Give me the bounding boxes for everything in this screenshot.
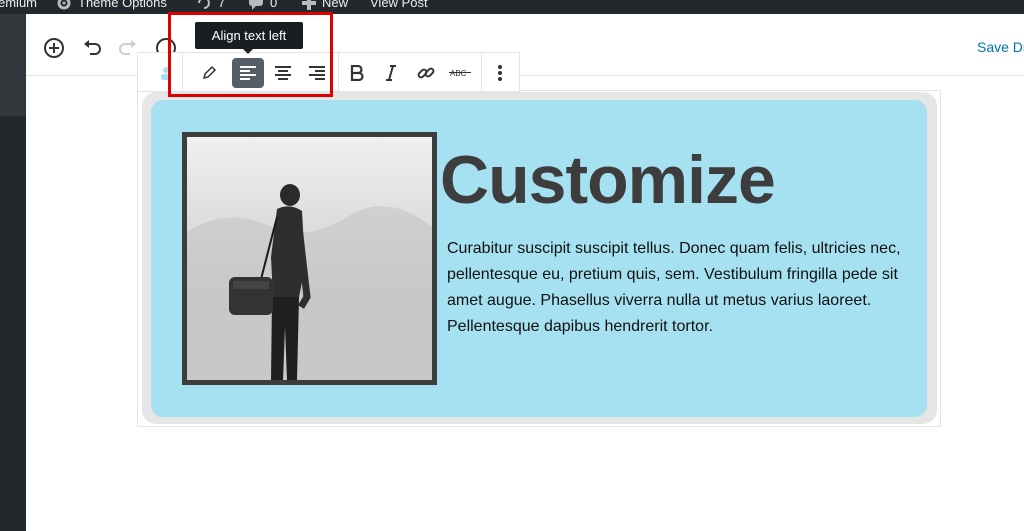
link-button[interactable] xyxy=(410,58,442,88)
paragraph-line: amet augue. Phasellus viverra nulla ut m… xyxy=(447,292,872,309)
redo-icon xyxy=(119,40,136,55)
italic-button[interactable] xyxy=(375,58,407,88)
updates-count: 7 xyxy=(218,0,226,10)
annotation-highlight-box xyxy=(168,12,333,97)
more-vertical-icon xyxy=(498,65,502,81)
more-options-button[interactable] xyxy=(484,58,516,88)
block-heading[interactable]: Customize xyxy=(440,140,776,220)
add-block-button[interactable] xyxy=(42,36,66,60)
italic-icon xyxy=(386,65,396,81)
premium-label: emium xyxy=(0,0,38,10)
undo-button[interactable] xyxy=(80,36,104,60)
admin-bar-view-post[interactable]: View Post xyxy=(370,0,428,11)
paragraph-line: Curabitur suscipit suscipit tellus. Done… xyxy=(447,240,901,257)
admin-bar-new[interactable]: New xyxy=(302,0,348,11)
admin-sidebar-active-item[interactable] xyxy=(0,14,26,116)
paragraph-line: pellentesque eu, pretium quis, sem. Vest… xyxy=(447,266,898,283)
admin-bar-premium[interactable]: emium xyxy=(0,0,37,11)
paragraph-line: Pellentesque dapibus hendrerit tortor. xyxy=(447,318,713,335)
admin-sidebar xyxy=(0,14,26,531)
admin-bar-updates[interactable]: 7 xyxy=(196,0,225,11)
strikethrough-button[interactable]: ABC xyxy=(444,58,476,88)
plus-icon xyxy=(302,0,316,10)
bold-button[interactable] xyxy=(341,58,373,88)
link-icon xyxy=(417,67,435,79)
toolbar-separator xyxy=(338,53,339,91)
block-image[interactable] xyxy=(182,132,437,385)
new-label: New xyxy=(322,0,349,10)
toolbar-separator xyxy=(481,53,482,91)
bold-icon xyxy=(350,65,364,81)
man-with-bag-photo-icon xyxy=(187,137,432,380)
view-post-label: View Post xyxy=(370,0,428,10)
admin-bar-theme-options[interactable]: Theme Options xyxy=(56,0,167,11)
comment-icon xyxy=(249,0,263,10)
comments-count: 0 xyxy=(270,0,278,10)
svg-text:ABC: ABC xyxy=(450,69,467,78)
admin-bar-comments[interactable]: 0 xyxy=(248,0,277,11)
undo-icon xyxy=(84,40,101,55)
plus-circle-icon xyxy=(44,38,64,58)
refresh-icon xyxy=(198,0,210,9)
gear-icon xyxy=(57,0,71,10)
admin-bar: emium Theme Options 7 0 New View Post xyxy=(0,0,1024,14)
save-draft-button[interactable]: Save Dr xyxy=(977,39,1024,55)
strikethrough-icon: ABC xyxy=(449,69,471,78)
theme-options-label: Theme Options xyxy=(78,0,167,10)
block-paragraph[interactable]: Curabitur suscipit suscipit tellus. Done… xyxy=(447,236,917,340)
